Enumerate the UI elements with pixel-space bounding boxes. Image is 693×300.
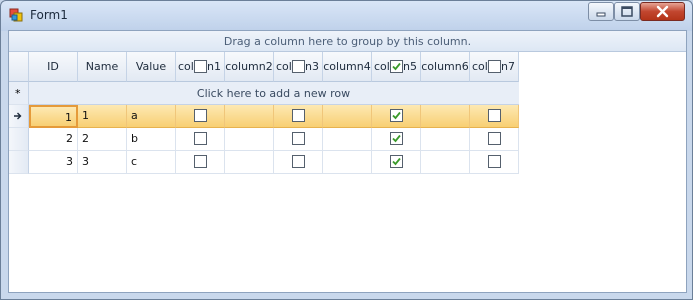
- cell-empty[interactable]: [421, 128, 470, 151]
- row-header[interactable]: [9, 128, 29, 151]
- cell-value[interactable]: c: [127, 151, 176, 174]
- new-row-marker: *: [15, 87, 21, 100]
- row-checkbox[interactable]: [488, 155, 501, 168]
- row-checkbox[interactable]: [194, 109, 207, 122]
- cell-id[interactable]: 1: [29, 105, 78, 128]
- column-header-label-prefix: col: [472, 60, 488, 73]
- maximize-icon: [621, 6, 633, 17]
- row-checkbox[interactable]: [390, 155, 403, 168]
- form-app-icon: [9, 8, 23, 22]
- column-header-label-suffix: n7: [501, 60, 515, 73]
- cell-empty[interactable]: [323, 105, 372, 128]
- minimize-button[interactable]: [588, 2, 614, 21]
- cell-empty[interactable]: [323, 151, 372, 174]
- title-bar[interactable]: Form1: [1, 1, 692, 29]
- current-row-arrow-icon: [13, 111, 23, 124]
- column-header-label: ID: [47, 60, 59, 73]
- cell-checkbox[interactable]: [176, 128, 225, 151]
- header-checkbox[interactable]: [194, 60, 207, 73]
- add-new-row-label: Click here to add a new row: [196, 87, 351, 100]
- column-header[interactable]: ID: [29, 52, 78, 82]
- new-row-header: *: [9, 82, 29, 105]
- column-header[interactable]: col n7: [470, 52, 519, 82]
- column-header-label: column6: [421, 60, 469, 73]
- cell-checkbox[interactable]: [176, 151, 225, 174]
- cell-checkbox[interactable]: [372, 151, 421, 174]
- cell-id[interactable]: 3: [29, 151, 78, 174]
- cell-checkbox[interactable]: [274, 151, 323, 174]
- cell-empty[interactable]: [225, 128, 274, 151]
- row-checkbox[interactable]: [194, 155, 207, 168]
- column-header-label: Value: [135, 60, 167, 73]
- column-header-label-suffix: n3: [305, 60, 319, 73]
- column-header[interactable]: col n5: [372, 52, 421, 82]
- group-panel-text: Drag a column here to group by this colu…: [223, 35, 472, 48]
- column-header-label-suffix: n5: [403, 60, 417, 73]
- cell-name[interactable]: 2: [78, 128, 127, 151]
- header-checkbox[interactable]: [488, 60, 501, 73]
- cell-checkbox[interactable]: [470, 128, 519, 151]
- cell-name[interactable]: 3: [78, 151, 127, 174]
- row-checkbox[interactable]: [390, 109, 403, 122]
- row-checkbox[interactable]: [390, 132, 403, 145]
- column-header-label: column2: [225, 60, 273, 73]
- row-checkbox[interactable]: [488, 109, 501, 122]
- row-checkbox[interactable]: [488, 132, 501, 145]
- column-header[interactable]: column2: [225, 52, 274, 82]
- header-checkbox[interactable]: [292, 60, 305, 73]
- cell-checkbox[interactable]: [274, 128, 323, 151]
- group-by-panel[interactable]: Drag a column here to group by this colu…: [9, 31, 686, 52]
- close-icon: [656, 5, 669, 18]
- cell-checkbox[interactable]: [372, 128, 421, 151]
- column-header-label-prefix: col: [276, 60, 292, 73]
- cell-empty[interactable]: [323, 128, 372, 151]
- minimize-icon: [596, 12, 606, 17]
- add-new-row[interactable]: Click here to add a new row: [9, 82, 519, 105]
- column-header[interactable]: col n1: [176, 52, 225, 82]
- column-header-label: Name: [85, 60, 119, 73]
- cell-empty[interactable]: [421, 105, 470, 128]
- cell-checkbox[interactable]: [470, 105, 519, 128]
- column-header[interactable]: column4: [323, 52, 372, 82]
- maximize-button[interactable]: [614, 2, 640, 21]
- cell-checkbox[interactable]: [176, 105, 225, 128]
- cell-empty[interactable]: [421, 151, 470, 174]
- row-header[interactable]: [9, 151, 29, 174]
- window-title: Form1: [30, 8, 68, 22]
- column-header[interactable]: col n3: [274, 52, 323, 82]
- form-window: Form1 Drag a column here to group by thi…: [0, 0, 693, 300]
- cell-value[interactable]: b: [127, 128, 176, 151]
- row-header[interactable]: [9, 105, 29, 128]
- column-header[interactable]: Value: [127, 52, 176, 82]
- grid-control: Drag a column here to group by this colu…: [8, 30, 687, 293]
- cell-checkbox[interactable]: [274, 105, 323, 128]
- row-checkbox[interactable]: [292, 132, 305, 145]
- row-checkbox[interactable]: [292, 109, 305, 122]
- cell-checkbox[interactable]: [372, 105, 421, 128]
- row-checkbox[interactable]: [292, 155, 305, 168]
- cell-name[interactable]: 1: [78, 105, 127, 128]
- column-header[interactable]: column6: [421, 52, 470, 82]
- grid-corner-header: [9, 52, 29, 82]
- cell-checkbox[interactable]: [470, 151, 519, 174]
- column-header-label: column4: [323, 60, 371, 73]
- cell-empty[interactable]: [225, 105, 274, 128]
- cell-empty[interactable]: [225, 151, 274, 174]
- row-checkbox[interactable]: [194, 132, 207, 145]
- cell-value[interactable]: a: [127, 105, 176, 128]
- close-button[interactable]: [640, 2, 685, 21]
- column-header[interactable]: Name: [78, 52, 127, 82]
- column-header-label-prefix: col: [178, 60, 194, 73]
- column-header-label-suffix: n1: [207, 60, 221, 73]
- column-header-label-prefix: col: [374, 60, 390, 73]
- cell-id[interactable]: 2: [29, 128, 78, 151]
- header-checkbox[interactable]: [390, 60, 403, 73]
